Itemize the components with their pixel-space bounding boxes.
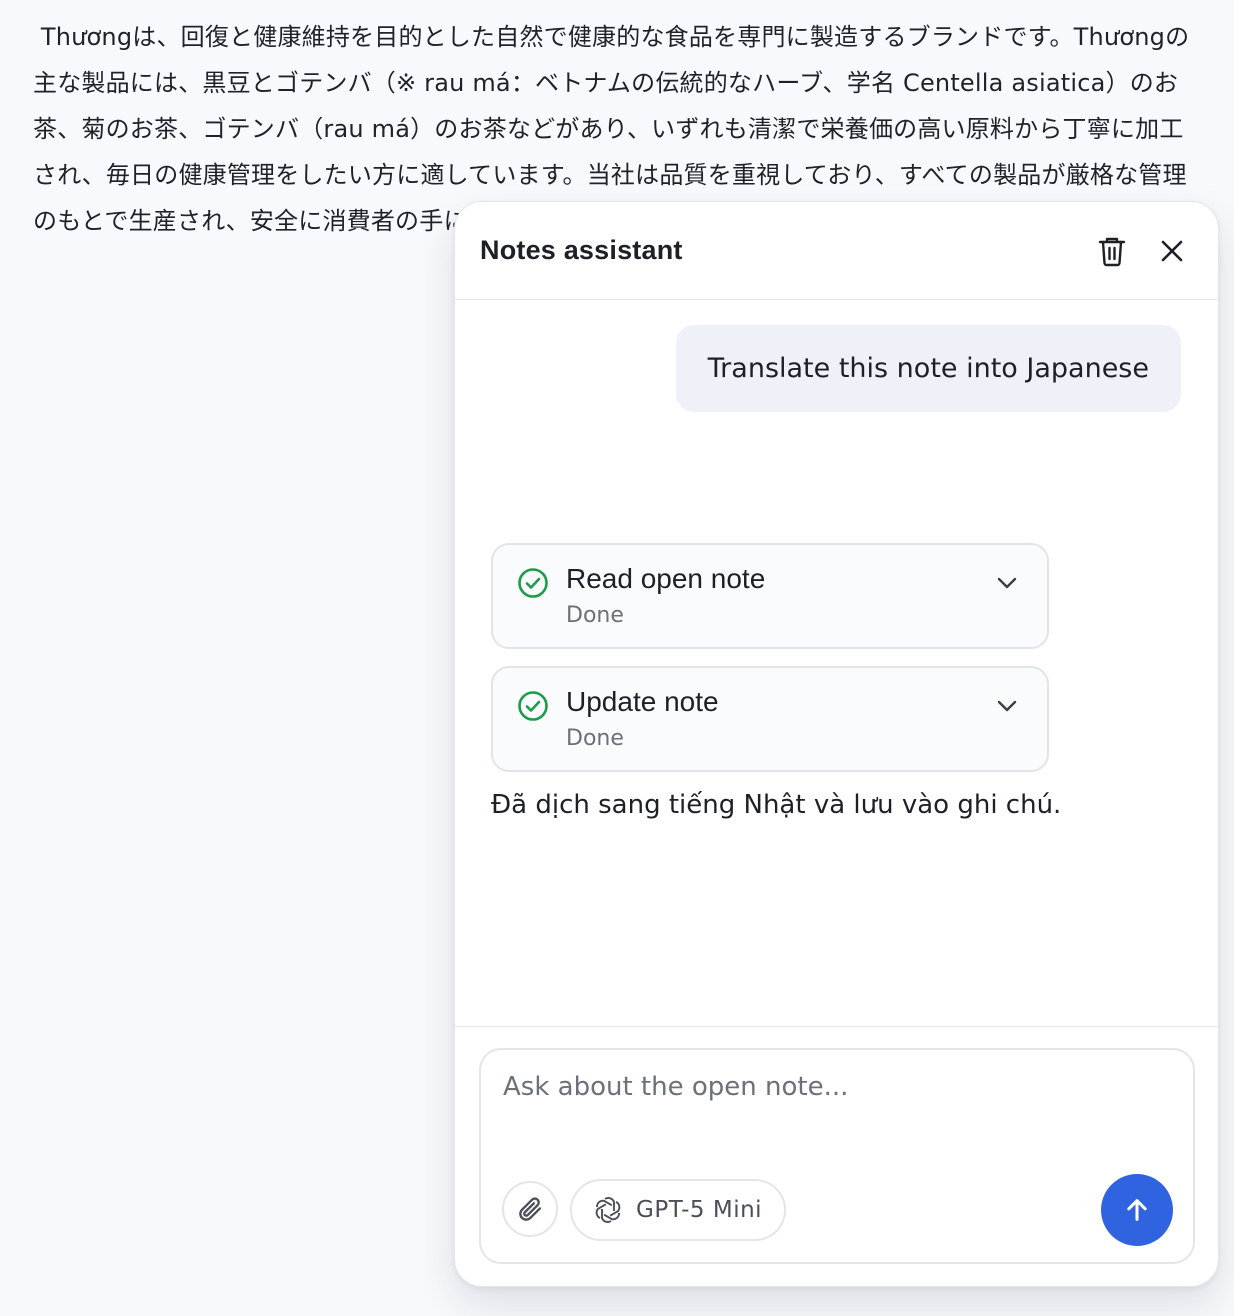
- tool-call-title: Update note: [566, 686, 719, 717]
- arrow-up-icon: [1127, 1199, 1147, 1221]
- clear-chat-button[interactable]: [1092, 231, 1132, 271]
- attach-button[interactable]: [502, 1181, 558, 1237]
- send-button[interactable]: [1101, 1174, 1173, 1246]
- composer-area: GPT-5 Mini: [455, 1026, 1218, 1286]
- tool-call-status: Done: [566, 726, 624, 751]
- tool-call-title: Read open note: [566, 563, 766, 594]
- check-circle-icon: [518, 691, 548, 721]
- message-input[interactable]: [503, 1072, 1171, 1102]
- close-panel-button[interactable]: [1152, 231, 1192, 271]
- panel-title: Notes assistant: [480, 235, 683, 265]
- composer: GPT-5 Mini: [479, 1048, 1195, 1264]
- model-label: GPT-5 Mini: [636, 1197, 763, 1223]
- model-selector[interactable]: GPT-5 Mini: [570, 1179, 786, 1241]
- message-list: Translate this note into Japanese Read o…: [455, 300, 1218, 1026]
- trash-icon: [1098, 237, 1126, 266]
- close-icon: [1161, 240, 1183, 261]
- notes-assistant-panel: Notes assistant Translate this note into…: [454, 201, 1219, 1287]
- user-message-bubble: Translate this note into Japanese: [675, 325, 1181, 412]
- paperclip-icon: [519, 1197, 542, 1221]
- chevron-down-icon[interactable]: [995, 571, 1019, 595]
- panel-header: Notes assistant: [455, 202, 1218, 300]
- tool-call-update-note[interactable]: Update note Done: [491, 666, 1049, 772]
- chevron-down-icon[interactable]: [995, 694, 1019, 718]
- assistant-reply: Đã dịch sang tiếng Nhật và lưu vào ghi c…: [491, 790, 1062, 820]
- tool-call-read-open-note[interactable]: Read open note Done: [491, 543, 1049, 649]
- openai-icon: [595, 1197, 621, 1223]
- check-circle-icon: [518, 568, 548, 598]
- tool-call-status: Done: [566, 603, 624, 628]
